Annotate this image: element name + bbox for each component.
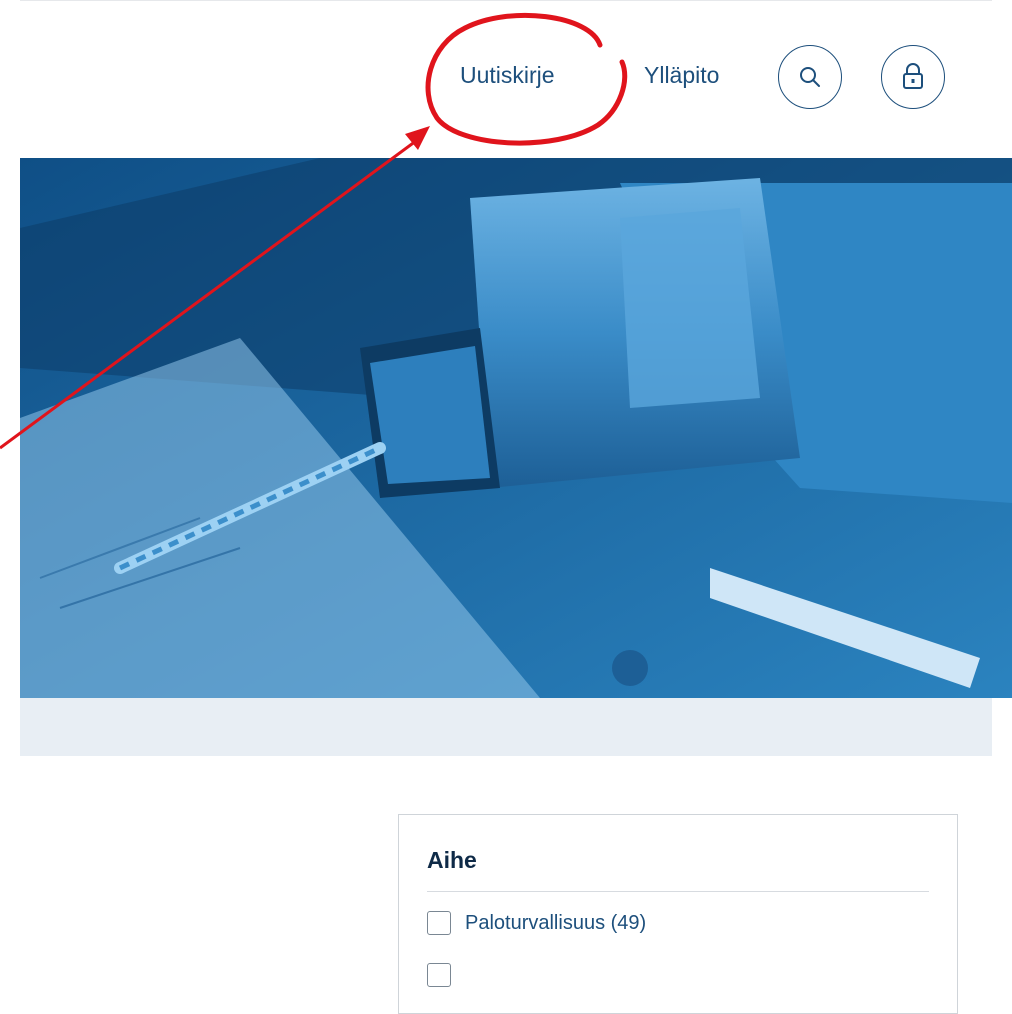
search-icon: [800, 67, 820, 87]
filter-title: Aihe: [427, 847, 477, 873]
lock-icon: [903, 63, 923, 89]
filter-checkbox[interactable]: [427, 963, 451, 987]
filter-option-next[interactable]: [427, 963, 465, 987]
nav-link-admin[interactable]: Ylläpito: [644, 62, 719, 89]
filter-option-label: Paloturvallisuus (49): [465, 911, 647, 934]
hero-bottom-strip: [20, 698, 992, 756]
annotation-arrow-head: [405, 126, 430, 150]
filter-divider: [427, 891, 929, 892]
filter-checkbox[interactable]: [427, 911, 451, 935]
login-button[interactable]: [881, 45, 945, 109]
top-divider: [20, 0, 992, 1]
hero-image: [20, 158, 1012, 698]
filter-panel: Aihe Paloturvallisuus (49): [398, 814, 958, 1014]
filter-option-paloturvallisuus[interactable]: Paloturvallisuus (49): [427, 911, 646, 935]
search-button[interactable]: [778, 45, 842, 109]
nav-link-newsletter[interactable]: Uutiskirje: [460, 62, 555, 89]
